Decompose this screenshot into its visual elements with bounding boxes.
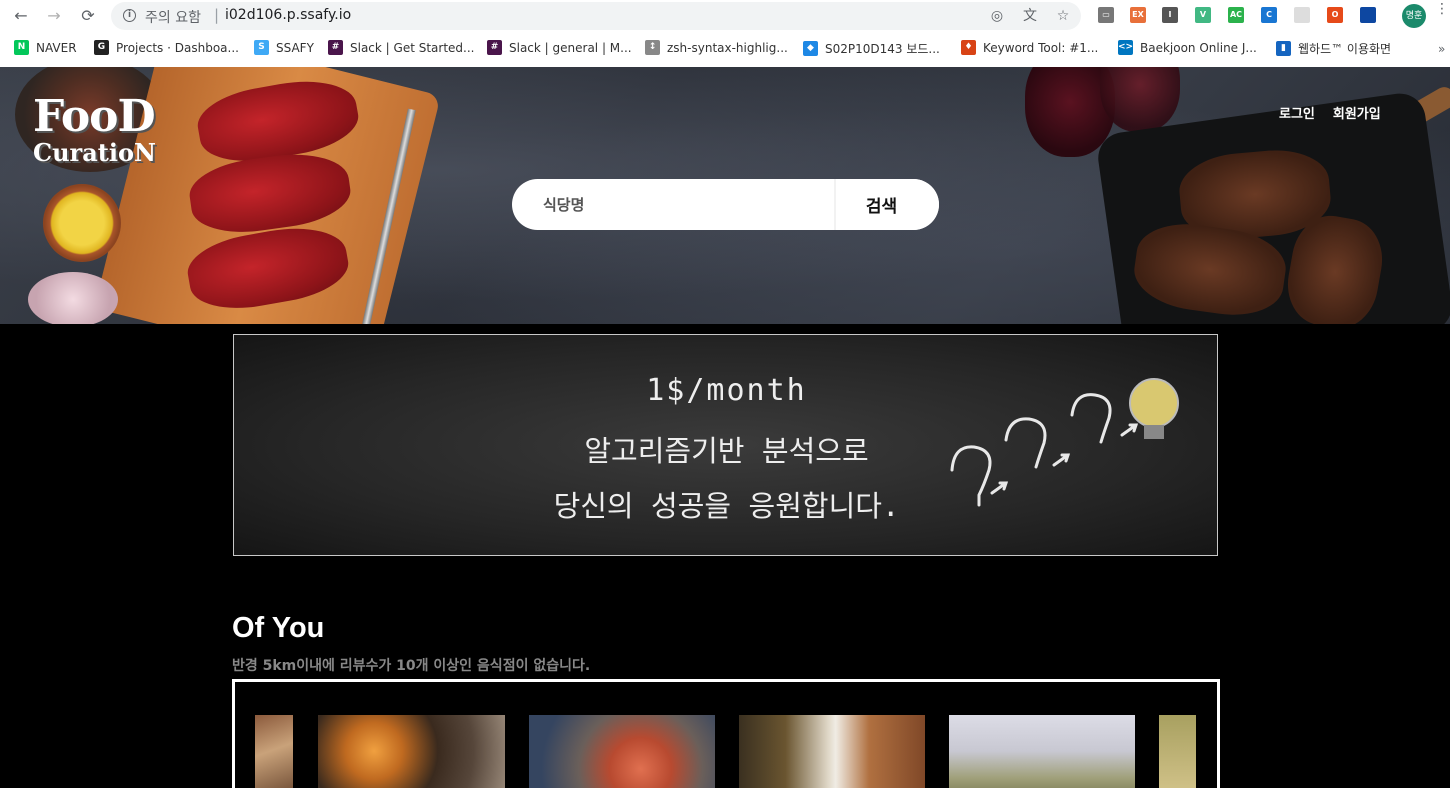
signup-link[interactable]: 회원가입 [1333, 103, 1381, 122]
bookmark-keyword-tool[interactable]: ♦ Keyword Tool: #1... [961, 40, 1098, 55]
extension-flag-icon[interactable] [1360, 7, 1376, 23]
browser-chrome: ← → ⟳ i 주의 요함 | i02d106.p.ssafy.io ◎ 文 ☆… [0, 0, 1450, 67]
search-input[interactable] [512, 179, 834, 230]
garlic-image [28, 272, 118, 324]
bookmark-label: Keyword Tool: #1... [983, 40, 1099, 55]
url-text[interactable]: i02d106.p.ssafy.io [225, 7, 351, 23]
bookmark-naver[interactable]: N NAVER [14, 40, 77, 55]
back-arrow-icon[interactable]: ← [10, 4, 32, 26]
bookmark-label: Slack | Get Started... [350, 40, 475, 55]
star-icon[interactable]: ☆ [1055, 8, 1071, 24]
lightbulb-icon [950, 378, 1179, 507]
search-button[interactable]: 검색 [834, 179, 939, 230]
bookmarks-bar: N NAVER G Projects · Dashboa... S SSAFY … [0, 34, 1450, 64]
hero-header: FooD CuratioN 로그인 회원가입 검색 [0, 67, 1450, 324]
bookmark-label: Baekjoon Online J... [1140, 40, 1257, 55]
section-title: Of You [232, 612, 325, 644]
extension-ex-icon[interactable]: EX [1130, 7, 1146, 23]
bookmark-ssafy[interactable]: S SSAFY [254, 40, 314, 55]
profile-avatar[interactable]: 명훈 [1402, 4, 1426, 28]
logo-text-bottom: CuratioN [33, 138, 156, 167]
more-bookmarks-icon[interactable]: » [1438, 42, 1445, 56]
address-bar[interactable]: i 주의 요함 | i02d106.p.ssafy.io ◎ 文 ☆ [111, 2, 1081, 30]
login-link[interactable]: 로그인 [1279, 103, 1315, 122]
bookmark-zsh[interactable]: ↕ zsh-syntax-highlig... [645, 40, 788, 55]
arrows-icon: ↕ [645, 40, 660, 55]
menu-dots-icon[interactable]: ⋮ [1435, 2, 1449, 16]
gitlab-icon: G [94, 40, 109, 55]
cast-icon[interactable]: ▭ [1098, 7, 1114, 23]
browser-toolbar: ← → ⟳ i 주의 요함 | i02d106.p.ssafy.io ◎ 文 ☆… [0, 0, 1450, 32]
extension-i-icon[interactable]: I [1162, 7, 1178, 23]
slack-icon: # [487, 40, 502, 55]
site-logo[interactable]: FooD CuratioN [33, 95, 156, 165]
bookmark-board[interactable]: ◆ S02P10D143 보드... [803, 40, 940, 57]
auth-links: 로그인 회원가입 [1279, 103, 1381, 122]
search-bar: 검색 [512, 179, 939, 230]
ssafy-icon: S [254, 40, 269, 55]
naver-icon: N [14, 40, 29, 55]
reload-icon[interactable]: ⟳ [77, 4, 99, 26]
section-note: 반경 5km이내에 리뷰수가 10개 이상인 음식점이 없습니다. [232, 658, 591, 674]
bookmark-label: Slack | general | M... [509, 40, 632, 55]
url-separator: | [214, 6, 220, 24]
code-icon: <> [1118, 40, 1133, 55]
slack-icon: # [328, 40, 343, 55]
bookmark-label: Projects · Dashboa... [116, 40, 239, 55]
office-icon[interactable]: O [1327, 7, 1343, 23]
bookmark-slack-started[interactable]: # Slack | Get Started... [328, 40, 474, 55]
bookmark-baekjoon[interactable]: <> Baekjoon Online J... [1118, 40, 1257, 55]
chart-icon: ▮ [1276, 41, 1291, 56]
restaurant-card[interactable] [739, 715, 925, 788]
flame-icon: ♦ [961, 40, 976, 55]
restaurant-card[interactable] [529, 715, 715, 788]
page: FooD CuratioN 로그인 회원가입 검색 1$/month 알고리즘기… [0, 67, 1450, 788]
diamond-icon: ◆ [803, 41, 818, 56]
translate-icon[interactable]: 文 [1022, 8, 1038, 24]
logo-text-top: FooD [33, 91, 156, 142]
restaurant-card[interactable] [949, 715, 1135, 788]
restaurant-carousel[interactable] [232, 679, 1220, 788]
restaurant-card[interactable] [255, 715, 293, 788]
bookmark-projects[interactable]: G Projects · Dashboa... [94, 40, 239, 55]
location-icon[interactable]: ◎ [989, 8, 1005, 24]
extension-c-icon[interactable]: C [1261, 7, 1277, 23]
restaurant-card[interactable] [318, 715, 505, 788]
info-icon[interactable]: i [123, 9, 136, 22]
bookmark-label: zsh-syntax-highlig... [667, 40, 788, 55]
restaurant-card[interactable] [1159, 715, 1196, 788]
bookmark-label: NAVER [36, 40, 77, 55]
promo-banner: 1$/month 알고리즘기반 분석으로 당신의 성공을 응원합니다. [233, 334, 1218, 556]
vue-devtools-icon[interactable]: V [1195, 7, 1211, 23]
extension-grid-icon[interactable] [1294, 7, 1310, 23]
bookmark-slack-general[interactable]: # Slack | general | M... [487, 40, 632, 55]
extension-ac-icon[interactable]: AC [1228, 7, 1244, 23]
bookmark-label: 웹하드™ 이용화면 [1298, 42, 1392, 56]
url-warning: 주의 요함 [145, 10, 201, 26]
bookmark-label: S02P10D143 보드... [825, 42, 940, 56]
forward-arrow-icon[interactable]: → [43, 4, 65, 26]
bookmark-label: SSAFY [276, 40, 314, 55]
oil-bowl-image [43, 184, 121, 262]
bookmark-webhard[interactable]: ▮ 웹하드™ 이용화면 [1276, 40, 1391, 57]
